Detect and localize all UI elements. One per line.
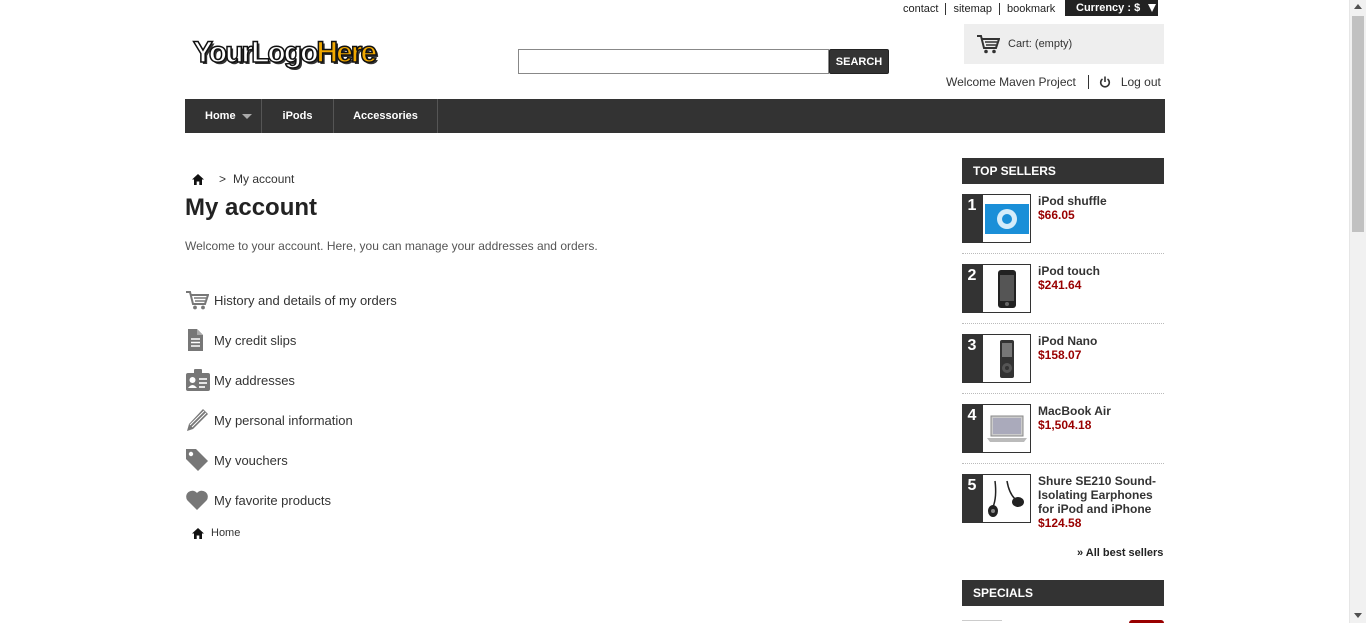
address-card-icon bbox=[185, 366, 214, 394]
product-name[interactable]: iPod Nano bbox=[1038, 334, 1097, 348]
cart-icon bbox=[185, 286, 214, 314]
link-personal-info[interactable]: My personal information bbox=[185, 400, 397, 440]
currency-selector[interactable]: Currency : $ bbox=[1065, 0, 1158, 16]
sitemap-link[interactable]: sitemap bbox=[946, 3, 999, 15]
nav-item-home[interactable]: Home bbox=[185, 99, 262, 133]
scroll-up-icon[interactable] bbox=[1354, 4, 1362, 9]
link-order-history[interactable]: History and details of my orders bbox=[185, 280, 397, 320]
tag-icon bbox=[185, 446, 214, 474]
product-image[interactable] bbox=[982, 194, 1031, 243]
heart-icon bbox=[185, 486, 214, 514]
page-scrollbar[interactable] bbox=[1349, 0, 1366, 623]
link-favorite-products[interactable]: My favorite products bbox=[185, 480, 397, 520]
divider bbox=[962, 393, 1164, 394]
cart-label: Cart: bbox=[1008, 38, 1032, 50]
product-name[interactable]: iPod shuffle bbox=[1038, 194, 1107, 208]
link-label: My vouchers bbox=[214, 452, 288, 468]
user-info: Welcome Maven Project Log out bbox=[946, 73, 1164, 90]
product-name[interactable]: Shure SE210 Sound-Isolating Earphones fo… bbox=[1038, 474, 1162, 516]
link-label: History and details of my orders bbox=[214, 292, 397, 308]
product-image[interactable] bbox=[982, 264, 1031, 313]
top-sellers-list: 1 iPod shuffle $66.05 2 iPod touch $241.… bbox=[962, 194, 1164, 552]
breadcrumb: > My account bbox=[192, 172, 294, 186]
divider bbox=[962, 323, 1164, 324]
rank-badge: 2 bbox=[962, 264, 982, 313]
cart-icon bbox=[977, 35, 1000, 54]
product-image[interactable] bbox=[982, 404, 1031, 453]
list-item[interactable]: 2 iPod touch $241.64 bbox=[962, 264, 1164, 334]
list-item[interactable]: 5 Shure SE210 Sound-Isolating Earphones … bbox=[962, 474, 1164, 552]
main-nav: Home iPods Accessories bbox=[185, 99, 1165, 133]
contact-link[interactable]: contact bbox=[896, 3, 945, 15]
product-image[interactable] bbox=[982, 474, 1031, 523]
nav-item-accessories[interactable]: Accessories bbox=[334, 99, 438, 133]
list-item[interactable]: 3 iPod Nano $158.07 bbox=[962, 334, 1164, 404]
welcome-text: Welcome Maven Project bbox=[946, 74, 1076, 89]
breadcrumb-separator: > bbox=[219, 172, 227, 186]
product-name[interactable]: MacBook Air bbox=[1038, 404, 1111, 418]
breadcrumb-current: My account bbox=[233, 172, 295, 186]
search-button[interactable]: SEARCH bbox=[829, 49, 889, 74]
all-best-sellers-link[interactable]: » All best sellers bbox=[1077, 547, 1163, 559]
logo-text-primary: YourLogo bbox=[192, 35, 319, 70]
footer-breadcrumb[interactable]: Home bbox=[192, 527, 240, 539]
nav-item-ipods[interactable]: iPods bbox=[262, 99, 334, 133]
scrollbar-thumb[interactable] bbox=[1352, 16, 1364, 232]
bookmark-link[interactable]: bookmark bbox=[1000, 3, 1062, 15]
link-label: My addresses bbox=[214, 372, 295, 388]
rank-badge: 4 bbox=[962, 404, 982, 453]
link-vouchers[interactable]: My vouchers bbox=[185, 440, 397, 480]
account-links: History and details of my orders My cred… bbox=[185, 280, 397, 520]
product-price: $66.05 bbox=[1038, 208, 1075, 222]
product-name[interactable]: iPod touch bbox=[1038, 264, 1100, 278]
logo-text-accent: Here bbox=[316, 35, 378, 70]
top-sellers-title[interactable]: TOP SELLERS bbox=[962, 158, 1164, 184]
divider bbox=[962, 463, 1164, 464]
logout-link[interactable]: Log out bbox=[1121, 75, 1161, 89]
list-item[interactable]: 1 iPod shuffle $66.05 bbox=[962, 194, 1164, 264]
nav-item-label: iPods bbox=[282, 110, 313, 122]
cart-status: (empty) bbox=[1034, 38, 1073, 50]
nav-item-label: Home bbox=[205, 110, 236, 122]
scroll-down-icon[interactable] bbox=[1354, 613, 1362, 618]
product-price: $158.07 bbox=[1038, 348, 1082, 362]
power-icon bbox=[1099, 76, 1111, 88]
home-icon[interactable] bbox=[192, 173, 204, 185]
currency-label: Currency : $ bbox=[1076, 2, 1141, 14]
rank-badge: 5 bbox=[962, 474, 982, 523]
divider bbox=[1087, 74, 1089, 89]
chevron-down-icon bbox=[241, 113, 252, 119]
link-addresses[interactable]: My addresses bbox=[185, 360, 397, 400]
page-title: My account bbox=[185, 194, 318, 221]
document-icon bbox=[185, 326, 214, 354]
rank-badge: 3 bbox=[962, 334, 982, 383]
product-price: $1,504.18 bbox=[1038, 418, 1092, 432]
link-credit-slips[interactable]: My credit slips bbox=[185, 320, 397, 360]
pencil-icon bbox=[185, 406, 214, 434]
top-links: contact sitemap bookmark bbox=[896, 0, 1062, 17]
divider bbox=[962, 253, 1164, 254]
link-label: My credit slips bbox=[214, 332, 297, 348]
specials-title[interactable]: SPECIALS bbox=[962, 580, 1164, 606]
nav-item-label: Accessories bbox=[353, 110, 418, 122]
footer-home-link: Home bbox=[211, 527, 241, 539]
cart-summary[interactable]: Cart: (empty) bbox=[964, 24, 1164, 64]
dropdown-arrow-icon bbox=[1148, 4, 1157, 12]
logo[interactable]: YourLogoHere bbox=[192, 35, 378, 70]
product-price: $124.58 bbox=[1038, 516, 1082, 530]
product-image[interactable] bbox=[982, 334, 1031, 383]
search-input[interactable] bbox=[518, 49, 829, 74]
home-icon bbox=[192, 527, 204, 539]
intro-text: Welcome to your account. Here, you can m… bbox=[185, 239, 598, 253]
link-label: My favorite products bbox=[214, 492, 332, 508]
link-label: My personal information bbox=[214, 412, 353, 428]
product-price: $241.64 bbox=[1038, 278, 1082, 292]
list-item[interactable]: 4 MacBook Air $1,504.18 bbox=[962, 404, 1164, 474]
rank-badge: 1 bbox=[962, 194, 982, 243]
